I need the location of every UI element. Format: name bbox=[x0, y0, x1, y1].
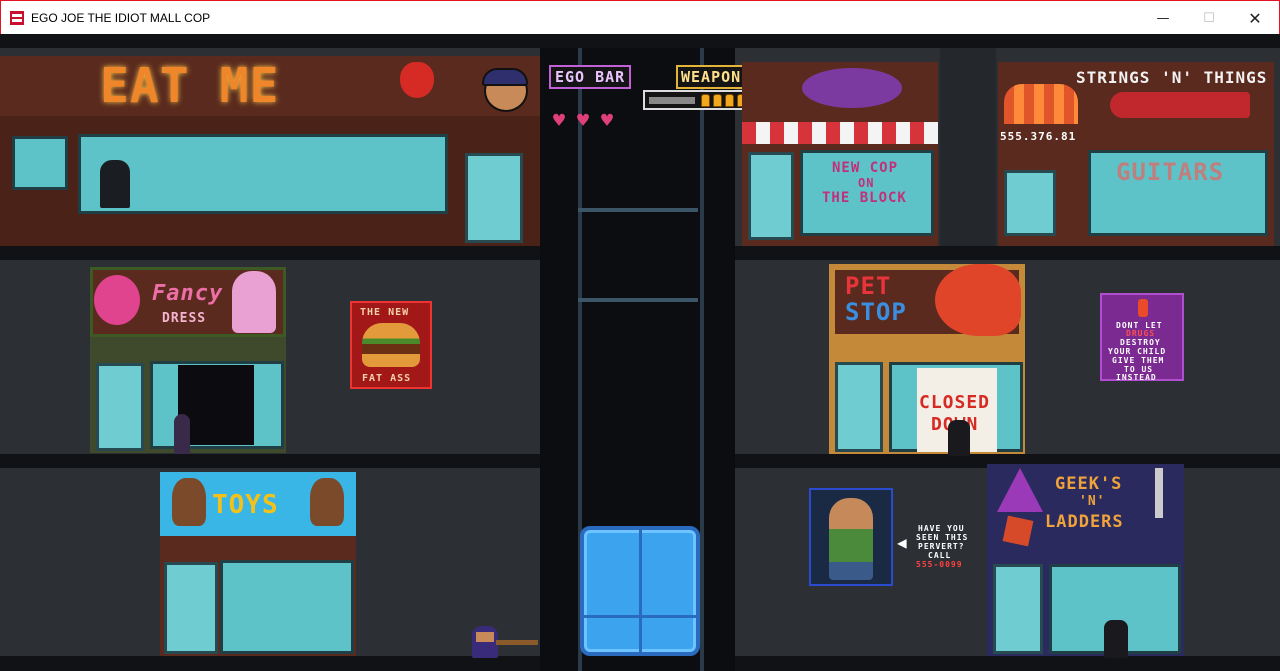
window-titlebar: EGO JOE THE IDIOT MALL COP — ☐ ✕ bbox=[0, 0, 1280, 34]
ego-bar: ♥ ♥ ♥ bbox=[545, 90, 635, 134]
guitar-icon bbox=[1110, 92, 1250, 118]
guitars-sign: GUITARS bbox=[1116, 158, 1225, 186]
drugs-line-4: YOUR CHILD bbox=[1108, 347, 1167, 356]
toys-store: TOYS bbox=[160, 472, 356, 656]
burger-poster-top: THE NEW bbox=[360, 307, 410, 318]
burger-poster: THE NEW FAT ASS bbox=[350, 301, 432, 389]
diner-door bbox=[465, 153, 523, 243]
octopus-icon bbox=[802, 68, 902, 108]
pervert-line-2: SEEN THIS bbox=[916, 533, 969, 542]
elevator-car bbox=[580, 526, 700, 656]
strings-n-things-store: STRINGS 'N' THINGS 555.376.81 GUITARS bbox=[998, 62, 1274, 246]
toys-window bbox=[220, 560, 354, 654]
pillar bbox=[940, 48, 996, 246]
wanted-poster bbox=[809, 488, 893, 586]
heart-icon: ♥ bbox=[601, 108, 614, 132]
drugs-line-5: GIVE THEM bbox=[1112, 356, 1165, 365]
parrot-icon bbox=[935, 264, 1021, 336]
new-cop-line-1: NEW COP bbox=[832, 160, 899, 176]
minimize-icon: — bbox=[1156, 10, 1170, 26]
app-icon bbox=[10, 11, 24, 25]
owl-icon-left bbox=[172, 478, 206, 526]
geeks-door bbox=[993, 564, 1043, 654]
owl-icon-right bbox=[310, 478, 344, 526]
wizard-hat-icon bbox=[997, 468, 1043, 512]
new-cop-line-2: ON bbox=[858, 176, 875, 190]
closed-sign: CLOSED bbox=[919, 392, 991, 413]
pervert-line-3: PERVERT? bbox=[918, 542, 965, 551]
strings-phone: 555.376.81 bbox=[1000, 130, 1077, 143]
burger-icon bbox=[362, 323, 420, 367]
n-sign: 'N' bbox=[1079, 494, 1106, 509]
diner-customer bbox=[100, 160, 130, 208]
bunny-costume-icon bbox=[232, 271, 276, 333]
pink-monster-icon bbox=[94, 275, 140, 325]
bottle-icon bbox=[1138, 299, 1148, 317]
ammo-icon bbox=[725, 94, 734, 107]
diner-counter-window bbox=[78, 134, 448, 214]
fancy-sign: Fancy bbox=[152, 281, 224, 306]
dress-sign: DRESS bbox=[162, 311, 207, 326]
game-viewport[interactable]: EAT ME EGO BAR ♥ ♥ ♥ WEAPON NEW COP ON T… bbox=[0, 34, 1280, 671]
ammo-icon bbox=[713, 94, 722, 107]
drugs-line-3: DESTROY bbox=[1120, 338, 1161, 347]
pervert-line-4: CALL bbox=[928, 551, 952, 560]
gun-icon bbox=[649, 97, 695, 104]
mall-shopper bbox=[948, 420, 970, 456]
drugs-line-7: INSTEAD bbox=[1116, 373, 1157, 382]
pet-stop-store: PET STOP CLOSED DOWN bbox=[829, 264, 1025, 454]
stop-sign: STOP bbox=[845, 298, 907, 326]
ceiling bbox=[0, 34, 1280, 48]
minimize-button[interactable]: — bbox=[1140, 1, 1186, 35]
pet-sign: PET bbox=[845, 272, 892, 300]
toys-sign: TOYS bbox=[212, 490, 279, 520]
maximize-button[interactable]: ☐ bbox=[1186, 1, 1232, 35]
maximize-icon: ☐ bbox=[1203, 10, 1215, 26]
drugs-line-2: DRUGS bbox=[1126, 329, 1156, 338]
heart-icon: ♥ bbox=[577, 108, 590, 132]
pervert-line-1: HAVE YOU bbox=[918, 524, 965, 533]
sword-icon bbox=[1155, 468, 1163, 518]
burger-poster-bottom: FAT ASS bbox=[362, 373, 412, 384]
strings-door bbox=[1004, 170, 1056, 236]
apple-icon bbox=[400, 62, 434, 98]
awning bbox=[1004, 84, 1078, 124]
player-gun-icon bbox=[496, 640, 538, 645]
dice-icon bbox=[1002, 515, 1034, 547]
close-icon: ✕ bbox=[1248, 8, 1262, 28]
eat-me-diner: EAT ME bbox=[0, 56, 540, 246]
new-cop-store: NEW COP ON THE BLOCK bbox=[742, 62, 938, 246]
pet-stop-door bbox=[835, 362, 883, 452]
strings-sign: STRINGS 'N' THINGS bbox=[1076, 68, 1268, 87]
player-ego-joe bbox=[472, 626, 538, 658]
close-button[interactable]: ✕ bbox=[1232, 1, 1278, 35]
cop-cap-icon bbox=[482, 68, 528, 86]
diner-window bbox=[12, 136, 68, 190]
new-cop-line-3: THE BLOCK bbox=[822, 190, 907, 206]
ladders-sign: LADDERS bbox=[1045, 512, 1124, 532]
new-cop-door bbox=[748, 152, 794, 240]
drugs-poster: DONT LET DRUGS DESTROY YOUR CHILD GIVE T… bbox=[1100, 293, 1184, 382]
geeks-sign: GEEK'S bbox=[1055, 474, 1123, 494]
pervert-phone: 555-0099 bbox=[916, 560, 963, 569]
mall-shopper bbox=[174, 414, 190, 454]
ego-bar-label-box: EGO BAR bbox=[549, 65, 631, 89]
arrow-left-icon: ◀ bbox=[897, 533, 907, 552]
heart-icon: ♥ bbox=[553, 108, 566, 132]
mall-shopper bbox=[1104, 620, 1128, 658]
bearded-man-portrait bbox=[829, 498, 873, 580]
fancy-dress-door bbox=[96, 363, 144, 451]
geeks-n-ladders-store: GEEK'S 'N' LADDERS bbox=[987, 464, 1184, 656]
weapon-label: WEAPON bbox=[681, 68, 742, 86]
toys-door bbox=[164, 562, 218, 654]
window-title: EGO JOE THE IDIOT MALL COP bbox=[31, 11, 211, 25]
eat-me-sign: EAT ME bbox=[100, 58, 280, 114]
ego-bar-label: EGO BAR bbox=[555, 68, 626, 86]
ammo-icon bbox=[701, 94, 710, 107]
